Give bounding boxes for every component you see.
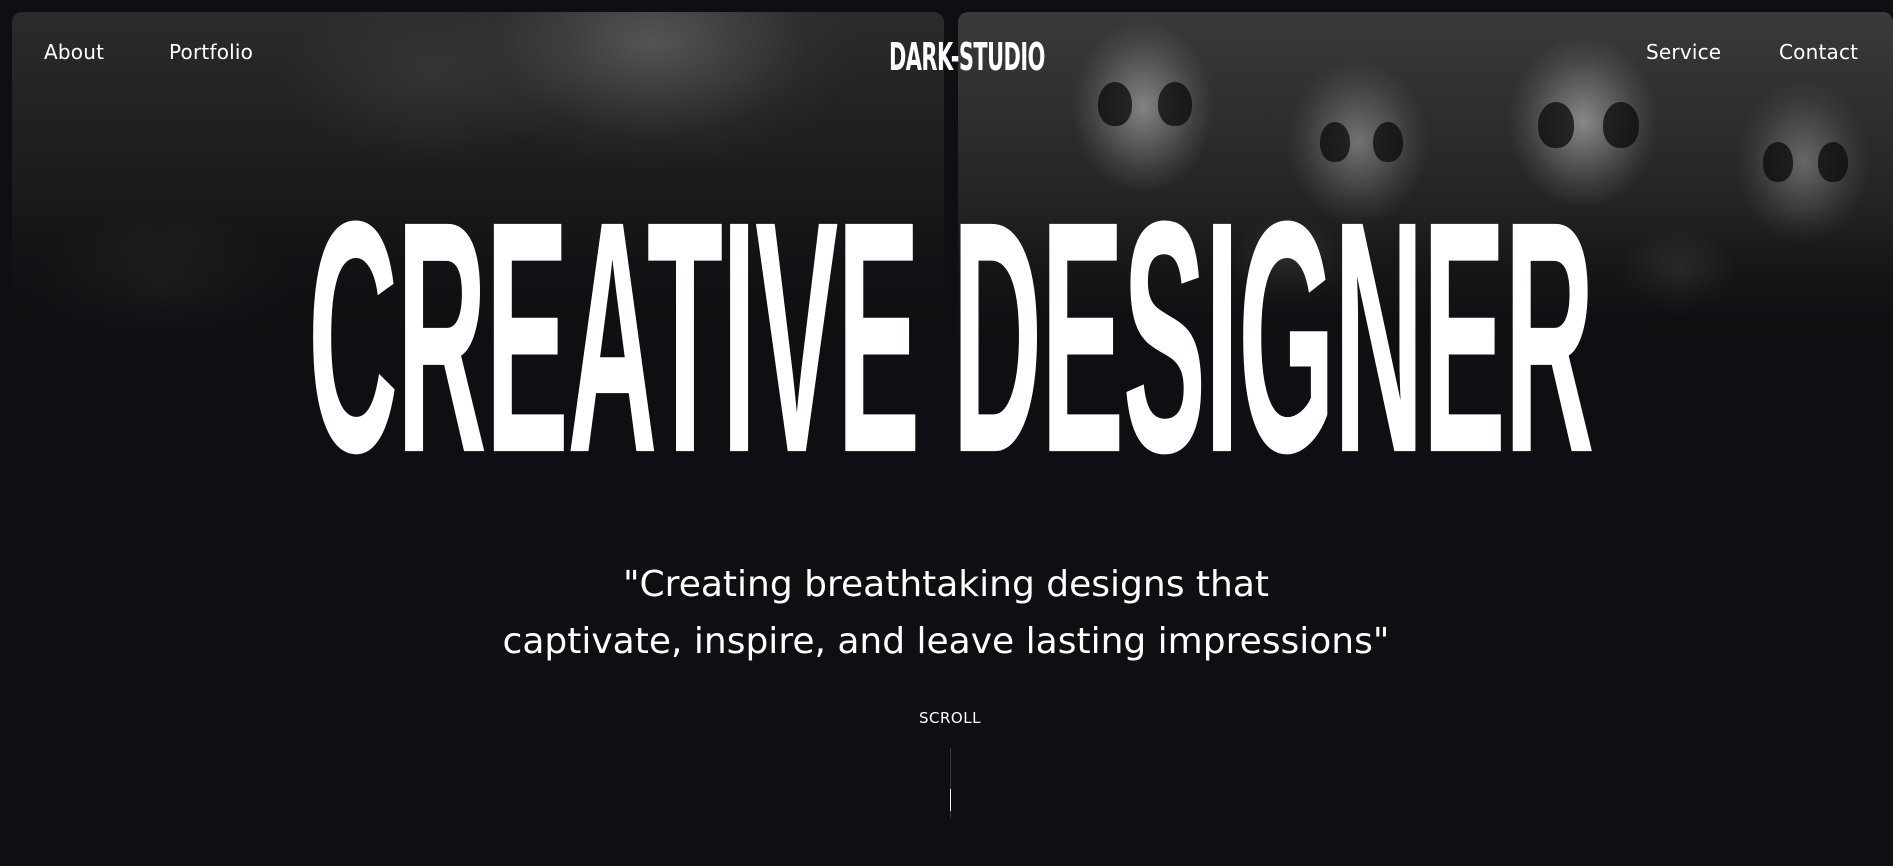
- hero-tagline: "Creating breathtaking designs that capt…: [446, 556, 1446, 670]
- scroll-label[interactable]: SCROLL: [896, 709, 1004, 727]
- tagline-line-2: captivate, inspire, and leave lasting im…: [502, 621, 1390, 662]
- nav-link-portfolio[interactable]: Portfolio: [169, 40, 253, 64]
- nav-link-service[interactable]: Service: [1646, 40, 1721, 64]
- site-logo[interactable]: DARK-STUDIO: [889, 36, 1045, 78]
- tagline-line-1: "Creating breathtaking designs that: [622, 564, 1269, 605]
- hero-title: CREATIVE DESIGNER: [308, 152, 1594, 522]
- scroll-indicator-thumb: [950, 789, 951, 811]
- page: About Portfolio DARK-STUDIO Service Cont…: [0, 0, 1893, 866]
- nav-link-about[interactable]: About: [44, 40, 104, 64]
- top-navigation: About Portfolio DARK-STUDIO Service Cont…: [0, 0, 1893, 108]
- scroll-indicator-track: [950, 748, 951, 818]
- nav-link-contact[interactable]: Contact: [1779, 40, 1858, 64]
